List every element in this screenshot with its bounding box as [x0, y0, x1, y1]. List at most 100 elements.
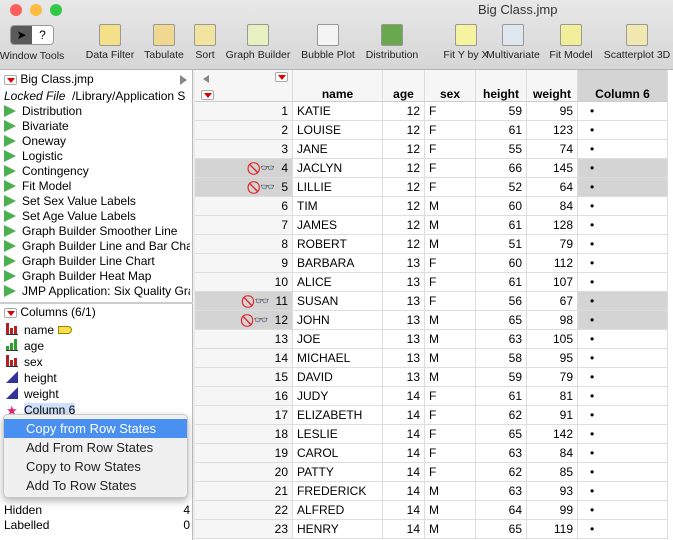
table-cell[interactable]: DAVID [293, 368, 383, 387]
table-cell[interactable]: • [578, 444, 668, 463]
row-header[interactable]: 3 [195, 140, 293, 159]
table-cell[interactable]: M [425, 520, 476, 539]
table-cell[interactable]: F [425, 140, 476, 159]
table-cell[interactable]: • [578, 501, 668, 520]
table-cell[interactable]: SUSAN [293, 292, 383, 311]
table-cell[interactable]: ROBERT [293, 235, 383, 254]
table-cell[interactable]: 62 [476, 463, 527, 482]
table-script-item[interactable]: JMP Application: Six Quality Gra [4, 284, 190, 299]
row-header[interactable]: 14 [195, 349, 293, 368]
table-script-item[interactable]: Oneway [4, 134, 190, 149]
table-script-item[interactable]: Set Age Value Labels [4, 209, 190, 224]
row-header[interactable]: ⃠👓4 [195, 159, 293, 178]
table-cell[interactable]: TIM [293, 197, 383, 216]
table-cell[interactable]: F [425, 444, 476, 463]
table-cell[interactable]: 85 [527, 463, 578, 482]
table-cell[interactable]: 99 [527, 501, 578, 520]
column-header-age[interactable]: age [383, 70, 425, 102]
row-header[interactable]: 6 [195, 197, 293, 216]
table-cell[interactable]: M [425, 349, 476, 368]
row-header[interactable]: 10 [195, 273, 293, 292]
table-cell[interactable]: BARBARA [293, 254, 383, 273]
table-cell[interactable]: 93 [527, 482, 578, 501]
column-item[interactable]: height [6, 370, 57, 386]
table-cell[interactable]: • [578, 463, 668, 482]
table-cell[interactable]: M [425, 501, 476, 520]
rows-menu-icon[interactable] [201, 90, 214, 100]
table-cell[interactable]: • [578, 140, 668, 159]
row-header[interactable]: 22 [195, 501, 293, 520]
table-cell[interactable]: • [578, 159, 668, 178]
table-cell[interactable]: • [578, 406, 668, 425]
table-cell[interactable]: 84 [527, 197, 578, 216]
table-cell[interactable]: JAMES [293, 216, 383, 235]
table-cell[interactable]: 14 [383, 463, 425, 482]
run-script-icon[interactable] [4, 105, 16, 117]
table-cell[interactable]: 62 [476, 406, 527, 425]
table-cell[interactable]: 12 [383, 178, 425, 197]
table-cell[interactable]: 107 [527, 273, 578, 292]
run-script-icon[interactable] [4, 255, 16, 267]
column-item[interactable]: weight [6, 386, 59, 402]
table-cell[interactable]: 12 [383, 121, 425, 140]
table-cell[interactable]: F [425, 463, 476, 482]
table-cell[interactable]: • [578, 197, 668, 216]
table-script-item[interactable]: Logistic [4, 149, 190, 164]
table-cell[interactable]: M [425, 482, 476, 501]
column-item[interactable]: age [6, 338, 44, 354]
table-cell[interactable]: • [578, 349, 668, 368]
arrow-tool-icon[interactable]: ➤ [11, 26, 32, 44]
table-script-item[interactable]: Graph Builder Line and Bar Cha [4, 239, 190, 254]
table-cell[interactable]: 66 [476, 159, 527, 178]
table-cell[interactable]: F [425, 159, 476, 178]
table-cell[interactable]: KATIE [293, 102, 383, 121]
table-cell[interactable]: JUDY [293, 387, 383, 406]
table-cell[interactable]: 14 [383, 387, 425, 406]
table-cell[interactable]: 51 [476, 235, 527, 254]
row-header[interactable]: 21 [195, 482, 293, 501]
table-cell[interactable]: 61 [476, 216, 527, 235]
table-cell[interactable]: 95 [527, 349, 578, 368]
expand-arrow-icon[interactable] [180, 75, 187, 85]
table-cell[interactable]: 79 [527, 368, 578, 387]
table-script-item[interactable]: Distribution [4, 104, 190, 119]
toolbar-bubble-plot-button[interactable]: Bubble Plot [293, 24, 363, 61]
row-header[interactable]: 2 [195, 121, 293, 140]
table-cell[interactable]: 65 [476, 520, 527, 539]
collapse-arrow-icon[interactable] [203, 75, 209, 83]
table-cell[interactable]: • [578, 311, 668, 330]
run-script-icon[interactable] [4, 120, 16, 132]
table-cell[interactable]: JACLYN [293, 159, 383, 178]
table-cell[interactable]: • [578, 178, 668, 197]
table-cell[interactable]: 91 [527, 406, 578, 425]
table-cell[interactable]: 60 [476, 197, 527, 216]
table-cell[interactable]: 12 [383, 216, 425, 235]
row-header[interactable]: 1 [195, 102, 293, 121]
menu-item-add-from-row-states[interactable]: Add From Row States [4, 438, 187, 457]
table-cell[interactable]: F [425, 387, 476, 406]
table-cell[interactable]: 52 [476, 178, 527, 197]
table-cell[interactable]: 13 [383, 349, 425, 368]
table-cell[interactable]: 74 [527, 140, 578, 159]
table-cell[interactable]: 95 [527, 102, 578, 121]
table-cell[interactable]: 81 [527, 387, 578, 406]
row-header[interactable]: ⃠👓5 [195, 178, 293, 197]
table-script-item[interactable]: Graph Builder Heat Map [4, 269, 190, 284]
run-script-icon[interactable] [4, 150, 16, 162]
run-script-icon[interactable] [4, 285, 16, 297]
row-header[interactable]: 16 [195, 387, 293, 406]
table-cell[interactable]: 59 [476, 102, 527, 121]
table-cell[interactable]: • [578, 368, 668, 387]
table-cell[interactable]: • [578, 520, 668, 539]
table-cell[interactable]: PATTY [293, 463, 383, 482]
row-header[interactable]: 17 [195, 406, 293, 425]
table-cell[interactable]: 119 [527, 520, 578, 539]
table-script-item[interactable]: Fit Model [4, 179, 190, 194]
row-header[interactable]: ⃠👓12 [195, 311, 293, 330]
toolbar-fit-model-button[interactable]: Fit Model [536, 24, 606, 61]
table-cell[interactable]: MICHAEL [293, 349, 383, 368]
table-cell[interactable]: F [425, 121, 476, 140]
table-cell[interactable]: M [425, 311, 476, 330]
table-cell[interactable]: CAROL [293, 444, 383, 463]
toolbar-distribution-button[interactable]: Distribution [357, 24, 427, 61]
